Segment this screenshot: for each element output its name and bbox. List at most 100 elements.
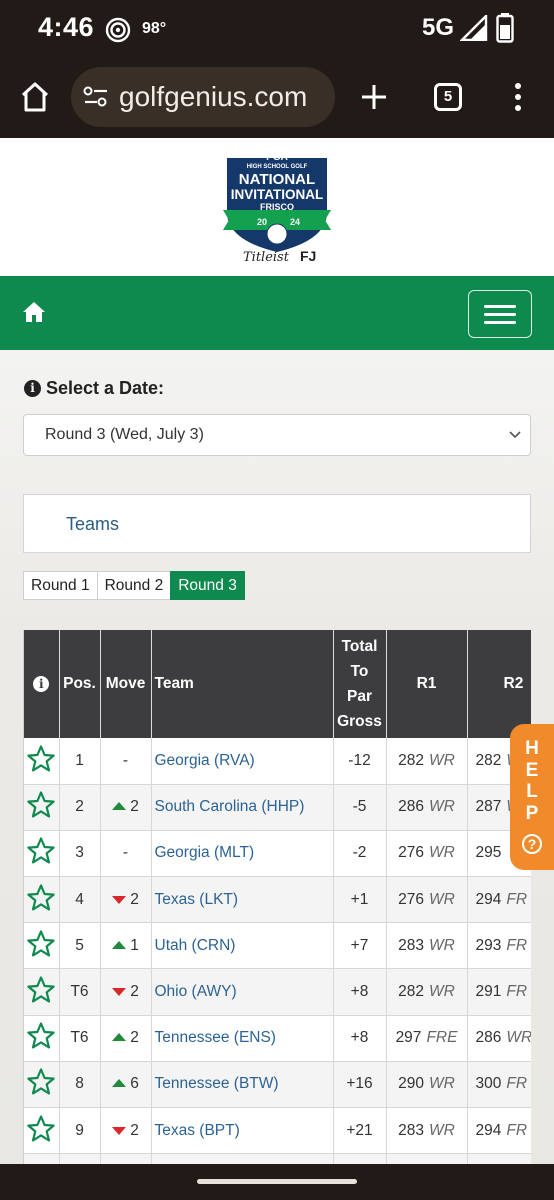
r1-tag: WR bbox=[429, 1075, 455, 1093]
table-row[interactable]: T6 2 Ohio (AWY) +8 282 WR 291 FR bbox=[24, 968, 531, 1016]
r1-cell: 282 WR bbox=[386, 968, 468, 1016]
favorite-cell[interactable] bbox=[24, 876, 60, 924]
teams-link[interactable]: Teams bbox=[66, 514, 119, 535]
team-cell[interactable]: Texas (LKT) bbox=[151, 876, 334, 924]
favorite-cell[interactable] bbox=[24, 1153, 60, 1164]
url-text[interactable]: golfgenius.com bbox=[119, 81, 307, 113]
site-settings-icon[interactable] bbox=[83, 85, 109, 109]
home-icon[interactable] bbox=[22, 301, 46, 323]
favorite-cell[interactable] bbox=[24, 830, 60, 878]
home-icon[interactable] bbox=[18, 80, 52, 114]
team-cell[interactable]: Georgia (MLT) bbox=[151, 830, 334, 878]
address-bar[interactable]: golfgenius.com bbox=[71, 67, 335, 127]
tab-round-2[interactable]: Round 2 bbox=[96, 571, 172, 600]
team-link[interactable]: Tennessee (ENS) bbox=[155, 1029, 276, 1046]
team-cell[interactable]: South Carolina (HHP) bbox=[151, 784, 334, 831]
table-row[interactable]: 5 1 Utah (CRN) +7 283 WR 293 FR bbox=[24, 922, 531, 970]
team-link[interactable]: Texas (LKT) bbox=[155, 891, 239, 908]
favorite-cell[interactable] bbox=[24, 738, 60, 785]
team-link[interactable]: Utah (CRN) bbox=[155, 937, 236, 954]
favorite-star-icon[interactable] bbox=[27, 976, 55, 1003]
r2-cell: 294 FR bbox=[467, 876, 531, 924]
move-value: 2 bbox=[130, 798, 139, 816]
table-row[interactable]: 8 6 Tennessee (BTW) +16 290 WR 300 FR bbox=[24, 1061, 531, 1109]
round-tabs: Round 1 Round 2 Round 3 bbox=[23, 571, 245, 600]
favorite-star-icon[interactable] bbox=[27, 1022, 55, 1049]
logo-year-left: 20 bbox=[256, 217, 267, 227]
table-row[interactable]: 2 2 South Carolina (HHP) -5286WR 287 WR bbox=[24, 784, 531, 831]
team-cell[interactable]: Utah (CRN) bbox=[151, 922, 334, 970]
team-link[interactable]: Ohio (AWY) bbox=[155, 983, 237, 1000]
header-r1[interactable]: R1 bbox=[386, 630, 468, 738]
team-cell[interactable] bbox=[151, 1153, 334, 1164]
favorite-star-icon[interactable] bbox=[27, 1068, 55, 1095]
r1-tag: WR bbox=[429, 890, 455, 908]
favorite-cell[interactable] bbox=[24, 968, 60, 1016]
table-row[interactable]: 4 2 Texas (LKT) +1 276 WR 294 FR bbox=[24, 876, 531, 924]
favorite-cell[interactable] bbox=[24, 1107, 60, 1155]
header-team[interactable]: Team bbox=[151, 630, 334, 738]
team-link[interactable]: Texas (BPT) bbox=[155, 1122, 240, 1139]
pos-cell: 8 bbox=[59, 1061, 101, 1109]
more-menu-icon[interactable] bbox=[508, 80, 528, 114]
header-move[interactable]: Move bbox=[100, 630, 152, 738]
tab-round-3[interactable]: Round 3 bbox=[170, 571, 245, 600]
help-letter: H bbox=[525, 738, 539, 759]
home-gesture-handle[interactable] bbox=[197, 1179, 357, 1184]
move-cell: - bbox=[100, 830, 152, 878]
pos-cell: T6 bbox=[59, 1015, 101, 1062]
header-total-to-par[interactable]: Total To Par Gross bbox=[333, 630, 387, 738]
table-row[interactable]: 10 bbox=[24, 1153, 531, 1164]
r2-tag: FR bbox=[506, 936, 528, 954]
team-cell[interactable]: Tennessee (ENS) bbox=[151, 1015, 334, 1062]
header-pos[interactable]: Pos. bbox=[59, 630, 101, 738]
team-link[interactable]: Georgia (MLT) bbox=[155, 844, 255, 861]
favorite-star-icon[interactable] bbox=[27, 930, 55, 957]
header-info[interactable]: i bbox=[24, 630, 60, 738]
date-select[interactable]: Round 3 (Wed, July 3) bbox=[23, 414, 531, 456]
status-network: 5G bbox=[422, 14, 455, 41]
help-button[interactable]: HELP ? bbox=[510, 724, 554, 870]
team-cell[interactable]: Georgia (RVA) bbox=[151, 738, 334, 785]
to-par-cell: -2 bbox=[333, 830, 387, 878]
team-link[interactable]: Tennessee (BTW) bbox=[155, 1075, 279, 1092]
new-tab-icon[interactable] bbox=[357, 80, 391, 114]
tab-switcher-button[interactable]: 5 bbox=[434, 83, 462, 111]
move-value: 1 bbox=[130, 936, 139, 954]
logo-line4: FRISCO bbox=[259, 202, 294, 212]
teams-panel: Teams bbox=[23, 494, 531, 553]
r1-tag: FRE bbox=[426, 1029, 458, 1047]
status-time: 4:46 bbox=[38, 12, 95, 42]
table-row[interactable]: T6 2 Tennessee (ENS) +8 297 FRE 286 WR bbox=[24, 1015, 531, 1062]
header-r2[interactable]: R2 bbox=[467, 630, 531, 738]
favorite-star-icon[interactable] bbox=[27, 884, 55, 911]
r2-score: 294 bbox=[475, 1121, 502, 1139]
favorite-cell[interactable] bbox=[24, 1061, 60, 1109]
r2-score: 300 bbox=[475, 1075, 502, 1093]
team-cell[interactable]: Tennessee (BTW) bbox=[151, 1061, 334, 1109]
favorite-star-icon[interactable] bbox=[27, 745, 55, 772]
team-cell[interactable]: Ohio (AWY) bbox=[151, 968, 334, 1016]
help-label: HELP bbox=[510, 738, 554, 824]
move-value: 2 bbox=[130, 1029, 139, 1047]
table-row[interactable]: 9 2 Texas (BPT) +21 283 WR 294 FR bbox=[24, 1107, 531, 1155]
hamburger-menu-button[interactable] bbox=[468, 290, 532, 338]
table-row[interactable]: 1-Georgia (RVA)-12282WR282WR bbox=[24, 738, 531, 785]
favorite-star-icon[interactable] bbox=[27, 837, 55, 864]
r1-tag: WR bbox=[429, 751, 455, 769]
team-link[interactable]: South Carolina (HHP) bbox=[155, 798, 305, 815]
favorite-star-icon[interactable] bbox=[27, 1114, 55, 1142]
chevron-down-icon bbox=[509, 431, 521, 439]
tab-round-1[interactable]: Round 1 bbox=[23, 571, 98, 600]
r1-score: 276 bbox=[398, 890, 425, 908]
favorite-cell[interactable] bbox=[24, 1015, 60, 1062]
team-cell[interactable]: Texas (BPT) bbox=[151, 1107, 334, 1155]
site-nav bbox=[0, 276, 554, 350]
favorite-cell[interactable] bbox=[24, 784, 60, 831]
table-row[interactable]: 3- Georgia (MLT) -2 276 WR 295 bbox=[24, 830, 531, 878]
team-link[interactable]: Georgia (RVA) bbox=[155, 752, 255, 769]
favorite-cell[interactable] bbox=[24, 922, 60, 970]
to-par-cell: +8 bbox=[333, 968, 387, 1016]
favorite-star-icon[interactable] bbox=[27, 791, 55, 818]
move-cell: 6 bbox=[100, 1061, 152, 1109]
